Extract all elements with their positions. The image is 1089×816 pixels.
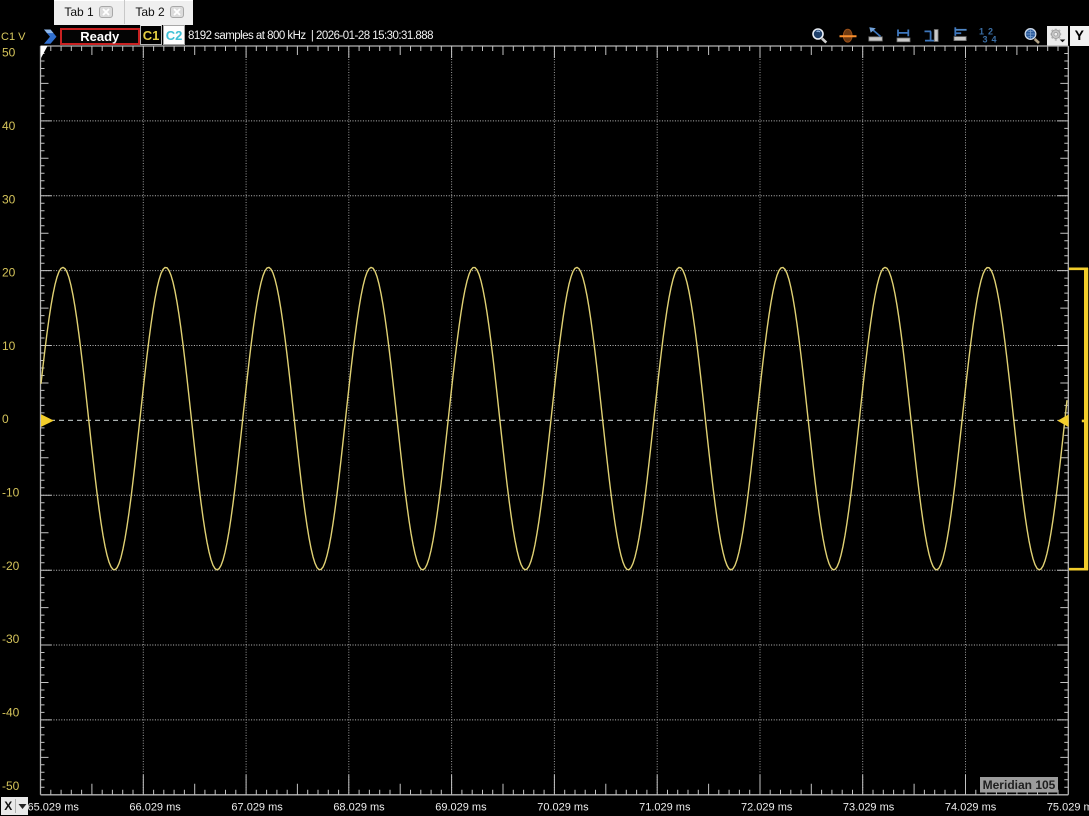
svg-text:-10: -10 [2,486,20,500]
svg-text:Meridian 105: Meridian 105 [983,778,1056,792]
svg-text:40: 40 [2,119,16,133]
svg-text:0: 0 [2,412,9,426]
svg-text:65.029 ms: 65.029 ms [28,802,80,814]
svg-text:73.029 ms: 73.029 ms [843,802,895,814]
svg-text:68.029 ms: 68.029 ms [333,802,385,814]
svg-text:-50: -50 [2,779,20,793]
svg-text:20: 20 [2,266,16,280]
svg-text:3: 3 [982,35,987,45]
svg-text:71.029 ms: 71.029 ms [639,802,691,814]
svg-text:50: 50 [2,46,16,60]
svg-text:-40: -40 [2,706,20,720]
svg-text:70.029 ms: 70.029 ms [537,802,589,814]
svg-text:72.029 ms: 72.029 ms [741,802,793,814]
svg-text:-30: -30 [2,632,20,646]
svg-text:74.029 ms: 74.029 ms [945,802,997,814]
svg-text:4: 4 [991,35,996,45]
svg-text:-20: -20 [2,559,20,573]
svg-text:69.029 ms: 69.029 ms [435,802,487,814]
svg-text:30: 30 [2,192,16,206]
svg-text:75.029 ms: 75.029 ms [1047,802,1089,814]
svg-text:10: 10 [2,339,16,353]
svg-text:66.029 ms: 66.029 ms [129,802,181,814]
svg-text:67.029 ms: 67.029 ms [231,802,283,814]
